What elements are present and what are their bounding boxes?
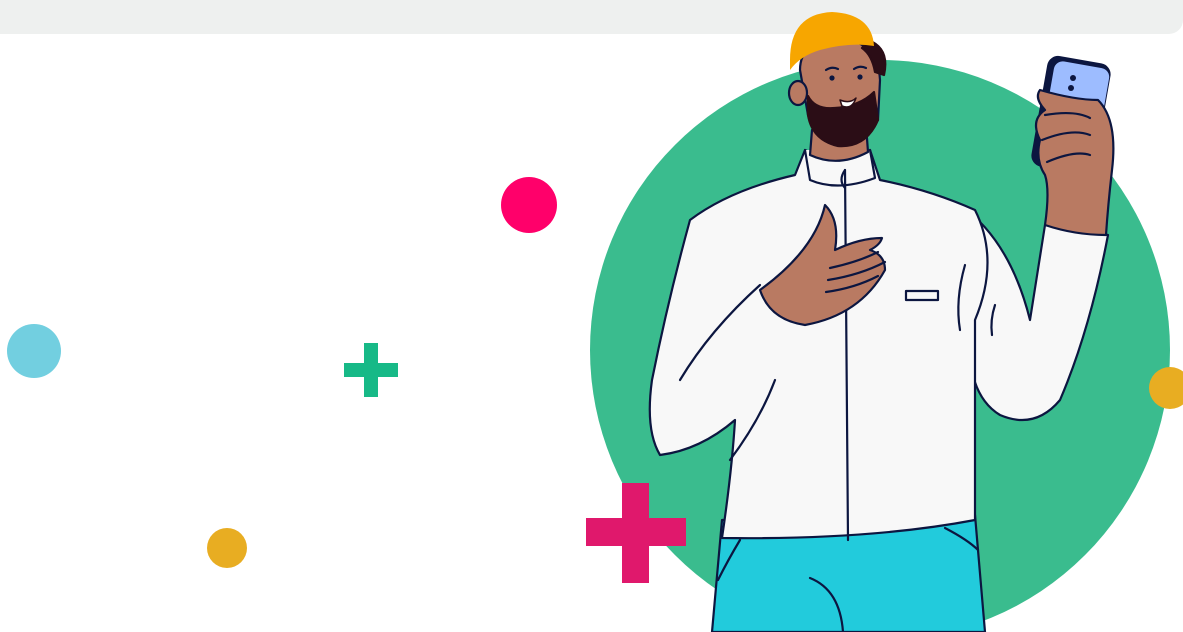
- pink-dot-icon: [501, 177, 557, 233]
- illustration-svg: [7, 12, 1183, 632]
- yellow-dot-icon: [207, 528, 247, 568]
- chest-pocket: [904, 289, 940, 302]
- hero-illustration-canvas: [0, 0, 1183, 632]
- green-plus-icon: [344, 343, 398, 397]
- blue-dot-icon: [7, 324, 61, 378]
